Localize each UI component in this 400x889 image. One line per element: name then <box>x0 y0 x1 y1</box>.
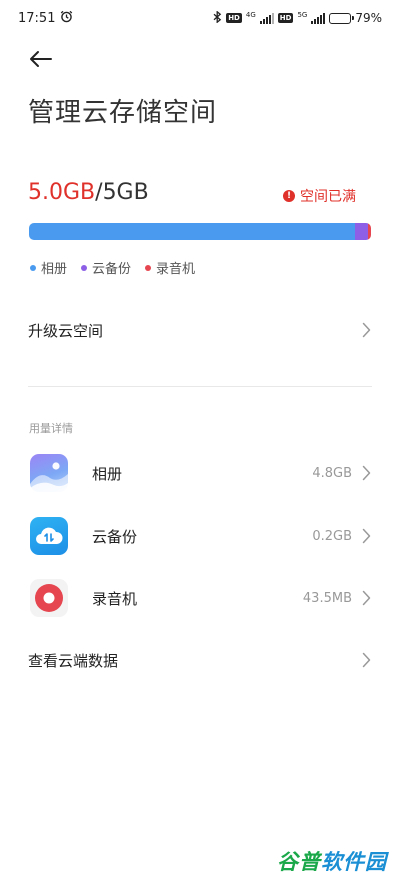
chevron-right-icon <box>360 465 372 481</box>
usage-row-size: 43.5MB <box>302 590 352 606</box>
upgrade-cloud-space-label: 升级云空间 <box>28 321 104 340</box>
usage-details-section-label: 用量详情 <box>29 422 73 435</box>
usage-row-recorder[interactable]: 录音机 43.5MB <box>30 578 372 618</box>
upgrade-cloud-space-row[interactable]: 升级云空间 <box>28 318 372 342</box>
usage-row-label: 相册 <box>92 464 123 483</box>
storage-used: 5.0GB <box>28 180 96 205</box>
usage-segment-recorder <box>368 223 371 240</box>
chevron-right-icon <box>360 528 372 544</box>
site-watermark: 谷普 软件园 <box>272 843 392 879</box>
view-cloud-data-label: 查看云端数据 <box>28 651 119 670</box>
cloud-backup-icon <box>30 517 68 555</box>
page-title: 管理云存储空间 <box>28 98 218 128</box>
exclamation-circle-icon: ! <box>283 190 295 202</box>
usage-segment-backup <box>354 223 369 240</box>
battery-percent: 79% <box>355 11 382 25</box>
watermark-part1: 谷普 <box>277 850 321 874</box>
storage-usage-bar <box>29 223 371 240</box>
usage-row-cloud-backup[interactable]: 云备份 0.2GB <box>30 516 372 556</box>
legend-dot <box>145 264 152 271</box>
storage-separator: / <box>95 180 103 205</box>
bluetooth-icon <box>213 9 222 26</box>
chevron-right-icon <box>360 322 372 338</box>
back-button[interactable] <box>26 44 56 74</box>
divider <box>28 386 372 387</box>
legend-item: 录音机 <box>145 258 195 277</box>
signal-strength-sim2-icon <box>311 12 326 24</box>
gallery-icon <box>30 454 68 492</box>
status-time: 17:51 <box>18 10 56 26</box>
usage-row-size: 0.2GB <box>312 528 352 544</box>
chevron-right-icon <box>360 652 372 668</box>
hd-badge-sim2: HD <box>277 13 294 23</box>
hd-badge-sim1: HD <box>226 13 242 23</box>
network-type-sim1: 4G <box>245 10 256 19</box>
usage-row-label: 云备份 <box>92 527 138 546</box>
signal-strength-sim1-icon <box>259 12 274 24</box>
recorder-icon <box>30 579 68 617</box>
network-type-sim2: 5G <box>297 10 308 19</box>
legend-dot <box>81 264 88 271</box>
legend-dot <box>30 264 36 271</box>
legend-item: 云备份 <box>81 258 131 277</box>
usage-row-size: 4.8GB <box>312 465 352 481</box>
legend-label: 相册 <box>41 262 68 277</box>
legend-item: 相册 <box>30 258 67 277</box>
usage-row-label: 录音机 <box>92 589 138 608</box>
battery-icon <box>329 12 355 24</box>
status-bar: 17:51 HD 4G HD 5G 79% <box>0 0 400 36</box>
storage-legend: 相册 云备份 录音机 <box>30 258 195 277</box>
chevron-right-icon <box>360 590 372 606</box>
alarm-clock-icon <box>60 10 73 27</box>
view-cloud-data-row[interactable]: 查看云端数据 <box>28 648 372 672</box>
storage-status-text: 空间已满 <box>300 189 356 205</box>
storage-total: 5GB <box>102 180 149 205</box>
usage-segment-gallery <box>29 223 355 240</box>
legend-label: 录音机 <box>156 262 196 277</box>
usage-row-gallery[interactable]: 相册 4.8GB <box>30 453 372 493</box>
storage-full-status: ! 空间已满 <box>283 186 356 206</box>
legend-label: 云备份 <box>92 262 132 277</box>
watermark-part2: 软件园 <box>321 850 387 874</box>
arrow-left-icon <box>30 51 52 67</box>
storage-usage: 5.0GB / 5GB <box>28 180 149 205</box>
